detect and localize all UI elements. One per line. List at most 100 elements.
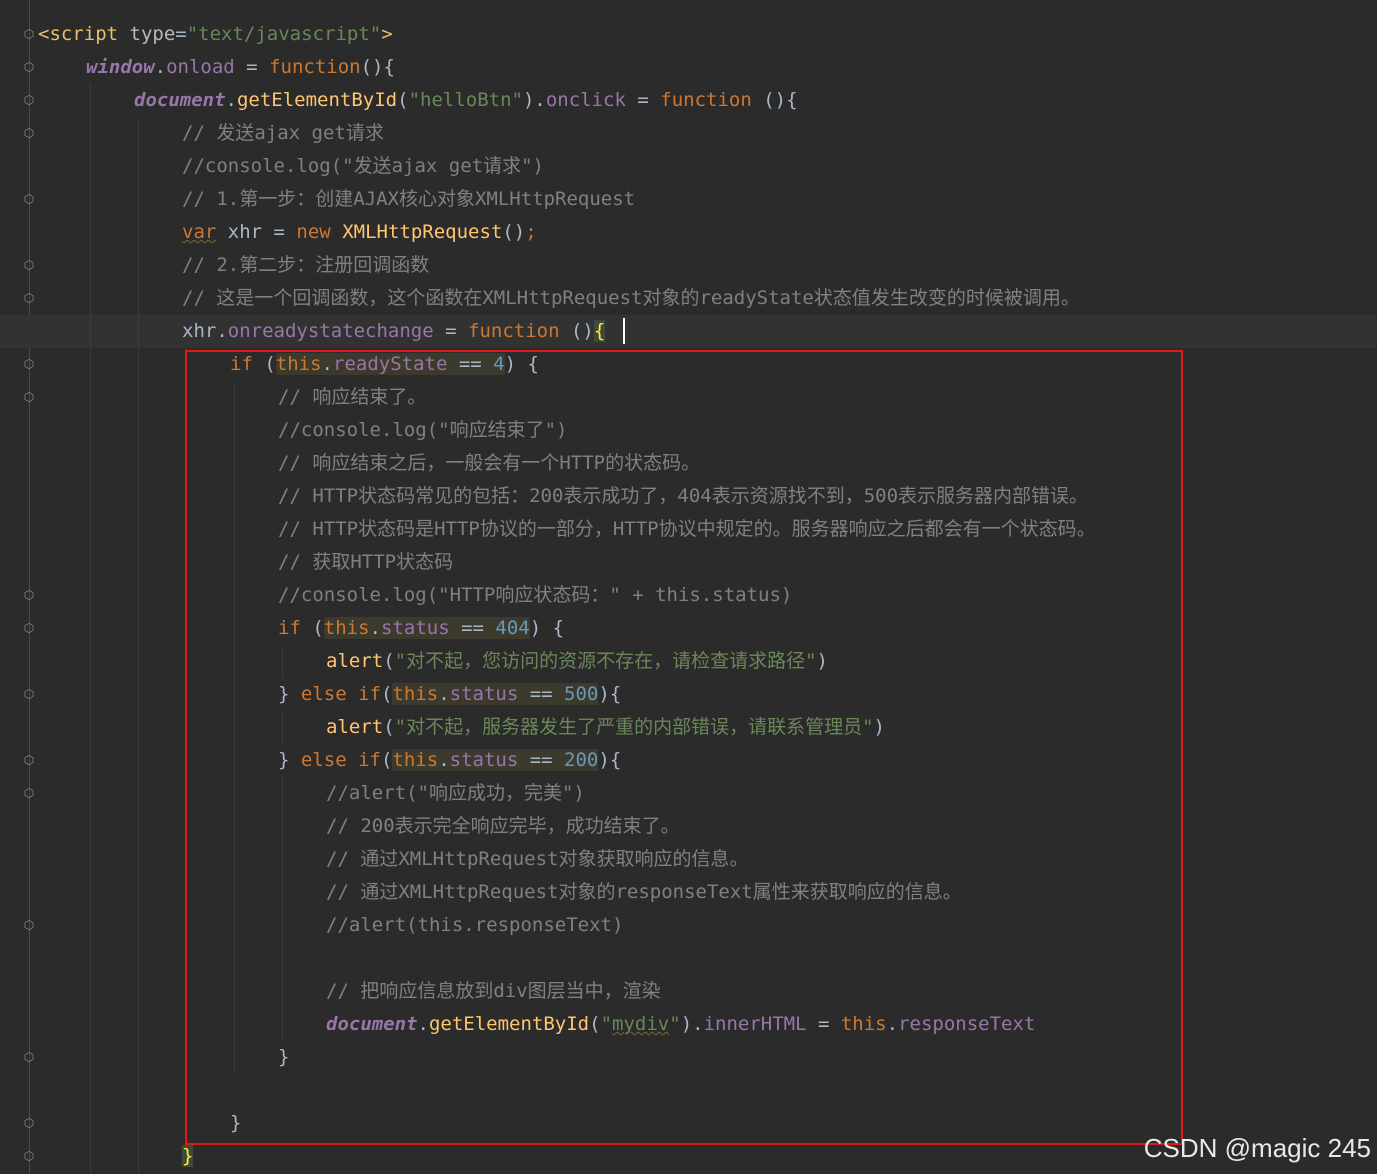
- indent-guide: [234, 876, 235, 909]
- indent-guide: [90, 744, 91, 777]
- code-token: (: [397, 89, 409, 111]
- code-line[interactable]: var xhr = new XMLHttpRequest();: [0, 216, 1377, 249]
- code-token: (){: [360, 56, 395, 78]
- code-line[interactable]: [0, 1074, 1377, 1107]
- code-line[interactable]: // 把响应信息放到div图层当中，渲染: [0, 975, 1377, 1008]
- code-line[interactable]: //console.log("响应结束了"): [0, 414, 1377, 447]
- indent-guide: [90, 579, 91, 612]
- code-token: (: [300, 617, 324, 639]
- indent-guide: [186, 777, 187, 810]
- code-text: } else if(this.status == 500){: [278, 678, 621, 711]
- code-token: =: [234, 56, 270, 78]
- code-line[interactable]: //alert("响应成功，完美"): [0, 777, 1377, 810]
- code-line[interactable]: // 发送ajax get请求: [0, 117, 1377, 150]
- indent-guide: [90, 876, 91, 909]
- indent-guide: [90, 447, 91, 480]
- code-token: ): [873, 716, 885, 738]
- code-text: //console.log("响应结束了"): [278, 414, 567, 447]
- code-token: // HTTP状态码是HTTP协议的一部分，HTTP协议中规定的。服务器响应之后…: [278, 518, 1096, 540]
- code-token: // 200表示完全响应完毕，成功结束了。: [326, 815, 680, 837]
- code-line[interactable]: // HTTP状态码是HTTP协议的一部分，HTTP协议中规定的。服务器响应之后…: [0, 513, 1377, 546]
- indent-guide: [90, 249, 91, 282]
- code-line[interactable]: }: [0, 1041, 1377, 1074]
- indent-guide: [282, 975, 283, 1008]
- code-token: type: [129, 23, 176, 45]
- code-token: ;: [525, 221, 537, 243]
- code-line[interactable]: // 响应结束了。: [0, 381, 1377, 414]
- code-token: // 通过XMLHttpRequest对象的responseText属性来获取响…: [326, 881, 962, 903]
- indent-guide: [234, 579, 235, 612]
- code-line[interactable]: if (this.readyState == 4) {: [0, 348, 1377, 381]
- code-line[interactable]: if (this.status == 404) {: [0, 612, 1377, 645]
- code-text: document.getElementById("mydiv").innerHT…: [326, 1008, 1035, 1041]
- indent-guide: [138, 150, 139, 183]
- indent-guide: [186, 513, 187, 546]
- indent-guide: [138, 711, 139, 744]
- code-line[interactable]: // 这是一个回调函数，这个函数在XMLHttpRequest对象的readyS…: [0, 282, 1377, 315]
- indent-guide: [186, 909, 187, 942]
- code-line[interactable]: <script type="text/javascript">: [0, 18, 1377, 51]
- indent-guide: [234, 909, 235, 942]
- code-line[interactable]: // 通过XMLHttpRequest对象的responseText属性来获取响…: [0, 876, 1377, 909]
- code-text: //console.log("发送ajax get请求"): [182, 150, 544, 183]
- code-line[interactable]: // 1.第一步：创建AJAX核心对象XMLHttpRequest: [0, 183, 1377, 216]
- code-line[interactable]: // 响应结束之后，一般会有一个HTTP的状态码。: [0, 447, 1377, 480]
- code-line[interactable]: } else if(this.status == 500){: [0, 678, 1377, 711]
- indent-guide: [138, 744, 139, 777]
- indent-guide: [138, 579, 139, 612]
- indent-guide: [186, 975, 187, 1008]
- code-token: ==: [449, 617, 496, 639]
- code-line[interactable]: window.onload = function(){: [0, 51, 1377, 84]
- code-line[interactable]: } else if(this.status == 200){: [0, 744, 1377, 777]
- indent-guide: [186, 1008, 187, 1041]
- code-line[interactable]: document.getElementById("helloBtn").oncl…: [0, 84, 1377, 117]
- code-token: ": [600, 1013, 613, 1035]
- indent-guide: [90, 315, 91, 348]
- indent-guide: [234, 612, 235, 645]
- code-token: else if: [300, 749, 381, 771]
- code-editor[interactable]: <script type="text/javascript"> window.on…: [0, 18, 1377, 1173]
- code-token: }: [278, 683, 301, 705]
- indent-guide: [90, 942, 91, 975]
- code-line[interactable]: alert("对不起，您访问的资源不存在，请检查请求路径"): [0, 645, 1377, 678]
- code-token: document: [326, 1013, 418, 1035]
- code-line[interactable]: //console.log("HTTP响应状态码：" + this.status…: [0, 579, 1377, 612]
- indent-guide: [90, 282, 91, 315]
- indent-guide: [138, 810, 139, 843]
- indent-guide: [138, 381, 139, 414]
- code-token: this: [323, 617, 370, 639]
- code-line[interactable]: //console.log("发送ajax get请求"): [0, 150, 1377, 183]
- indent-guide: [282, 909, 283, 942]
- code-line[interactable]: // 通过XMLHttpRequest对象获取响应的信息。: [0, 843, 1377, 876]
- code-line[interactable]: // 200表示完全响应完毕，成功结束了。: [0, 810, 1377, 843]
- code-line[interactable]: document.getElementById("mydiv").innerHT…: [0, 1008, 1377, 1041]
- code-line[interactable]: xhr.onreadystatechange = function (){: [0, 315, 1377, 348]
- code-token: <script: [38, 23, 130, 45]
- code-text: // 把响应信息放到div图层当中，渲染: [326, 975, 661, 1008]
- code-token: //console.log("HTTP响应状态码：" + this.status…: [278, 584, 793, 606]
- indent-guide: [234, 744, 235, 777]
- code-line[interactable]: // 2.第二步：注册回调函数: [0, 249, 1377, 282]
- code-token: if: [278, 617, 301, 639]
- code-text: //alert(this.responseText): [326, 909, 623, 942]
- indent-guide: [138, 480, 139, 513]
- code-token: if: [230, 353, 253, 375]
- indent-guide: [186, 381, 187, 414]
- indent-guide: [90, 546, 91, 579]
- indent-guide: [282, 777, 283, 810]
- code-token: onload: [166, 56, 235, 78]
- indent-guide: [138, 678, 139, 711]
- indent-guide: [90, 975, 91, 1008]
- code-line[interactable]: //alert(this.responseText): [0, 909, 1377, 942]
- indent-guide: [90, 1008, 91, 1041]
- code-line[interactable]: [0, 942, 1377, 975]
- code-text: // 这是一个回调函数，这个函数在XMLHttpRequest对象的readyS…: [182, 282, 1080, 315]
- code-text: }: [230, 1107, 241, 1140]
- code-text: // 响应结束之后，一般会有一个HTTP的状态码。: [278, 447, 700, 480]
- code-text: // 获取HTTP状态码: [278, 546, 453, 579]
- code-line[interactable]: alert("对不起，服务器发生了严重的内部错误，请联系管理员"): [0, 711, 1377, 744]
- code-line[interactable]: // 获取HTTP状态码: [0, 546, 1377, 579]
- indent-guide: [90, 645, 91, 678]
- code-line[interactable]: // HTTP状态码常见的包括：200表示成功了，404表示资源找不到，500表…: [0, 480, 1377, 513]
- code-token: // 响应结束了。: [278, 386, 427, 408]
